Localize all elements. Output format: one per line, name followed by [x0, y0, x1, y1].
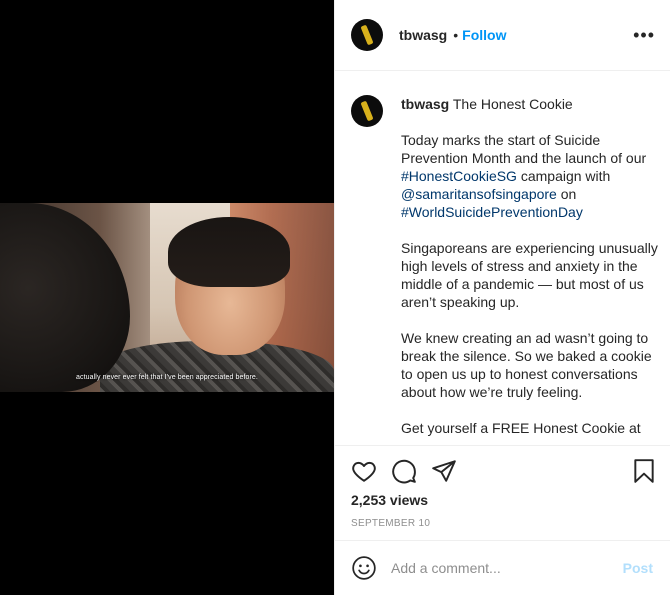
comment-input[interactable] — [391, 560, 623, 576]
caption-paragraph-3: We knew creating an ad wasn’t going to b… — [401, 330, 652, 400]
caption-paragraph-4: Get yourself a FREE Honest Cookie at — [401, 420, 641, 436]
bookmark-icon[interactable] — [631, 458, 657, 484]
mention-link[interactable]: @samaritansofsingapore — [401, 186, 557, 202]
actions-area: 2,253 views SEPTEMBER 10 — [335, 445, 670, 540]
more-options-icon[interactable]: ••• — [633, 26, 655, 44]
post-button[interactable]: Post — [623, 560, 653, 576]
comment-bar: Post — [335, 540, 670, 595]
caption-area[interactable]: tbwasg The Honest Cookie Today marks the… — [335, 71, 670, 445]
caption-text: tbwasg The Honest Cookie Today marks the… — [401, 95, 659, 437]
post-media[interactable]: actually never ever felt that I've been … — [0, 0, 334, 595]
caption-paragraph-2: Singaporeans are experiencing unusually … — [401, 240, 658, 310]
header-username[interactable]: tbwasg — [399, 27, 447, 43]
avatar[interactable] — [351, 19, 383, 51]
caption-username[interactable]: tbwasg — [401, 96, 449, 112]
video-foreground-person — [0, 203, 130, 392]
view-count[interactable]: 2,253 views — [351, 492, 428, 508]
caption-avatar[interactable] — [351, 95, 383, 127]
video-player[interactable]: actually never ever felt that I've been … — [0, 203, 334, 392]
caption-title-line: tbwasg The Honest Cookie — [401, 95, 659, 113]
caption-row: tbwasg The Honest Cookie Today marks the… — [351, 95, 659, 437]
follow-button[interactable]: Follow — [462, 27, 506, 43]
heart-icon[interactable] — [351, 458, 377, 484]
hashtag-link[interactable]: #HonestCookieSG — [401, 168, 517, 184]
action-icons — [351, 458, 457, 484]
caption-title: The Honest Cookie — [452, 96, 573, 112]
caption-text-span: Today marks the start of Suicide Prevent… — [401, 132, 647, 166]
video-subtitle: actually never ever felt that I've been … — [76, 374, 258, 381]
post-date[interactable]: SEPTEMBER 10 — [351, 518, 430, 529]
hashtag-link[interactable]: #WorldSuicidePreventionDay — [401, 204, 583, 220]
separator-dot: • — [453, 27, 459, 43]
comment-icon[interactable] — [391, 458, 417, 484]
emoji-icon[interactable] — [351, 555, 377, 581]
caption-paragraph-1: Today marks the start of Suicide Prevent… — [401, 131, 659, 221]
caption-text-span: campaign with — [516, 168, 611, 184]
post-sidebar: tbwasg • Follow ••• tbwasg The Honest Co… — [334, 0, 670, 595]
share-icon[interactable] — [431, 458, 457, 484]
video-person-hair — [168, 217, 290, 287]
caption-text-span: on — [556, 186, 577, 202]
post-header: tbwasg • Follow ••• — [335, 0, 670, 71]
